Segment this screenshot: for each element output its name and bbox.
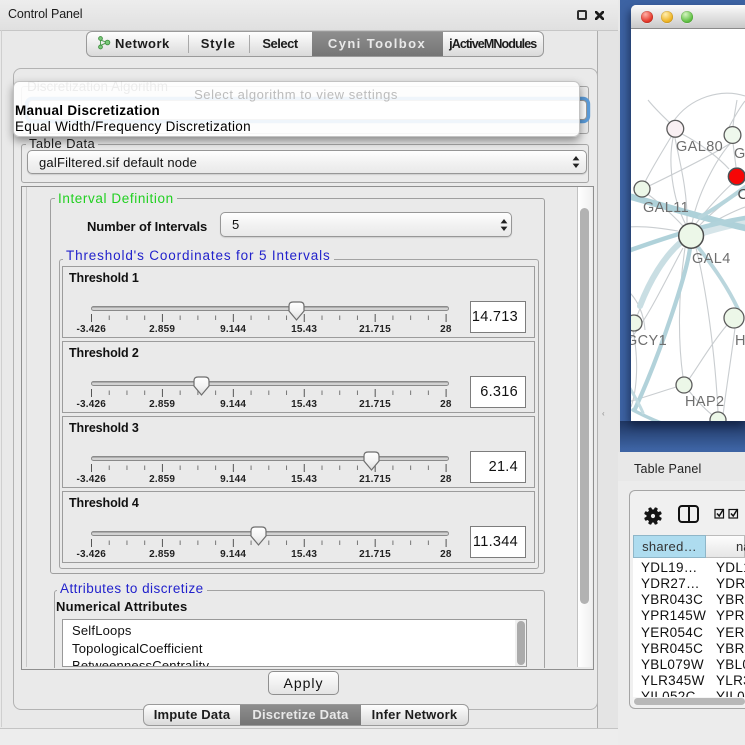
svg-text:GAL4: GAL4 bbox=[692, 251, 731, 267]
svg-text:GCY1: GCY1 bbox=[631, 333, 667, 349]
svg-text:G: G bbox=[734, 146, 745, 162]
svg-text:H: H bbox=[735, 333, 745, 349]
svg-text:C: C bbox=[738, 186, 745, 203]
svg-text:HAP2: HAP2 bbox=[685, 394, 724, 410]
svg-text:GAL80: GAL80 bbox=[676, 139, 723, 155]
svg-text:GAL11: GAL11 bbox=[643, 200, 689, 216]
